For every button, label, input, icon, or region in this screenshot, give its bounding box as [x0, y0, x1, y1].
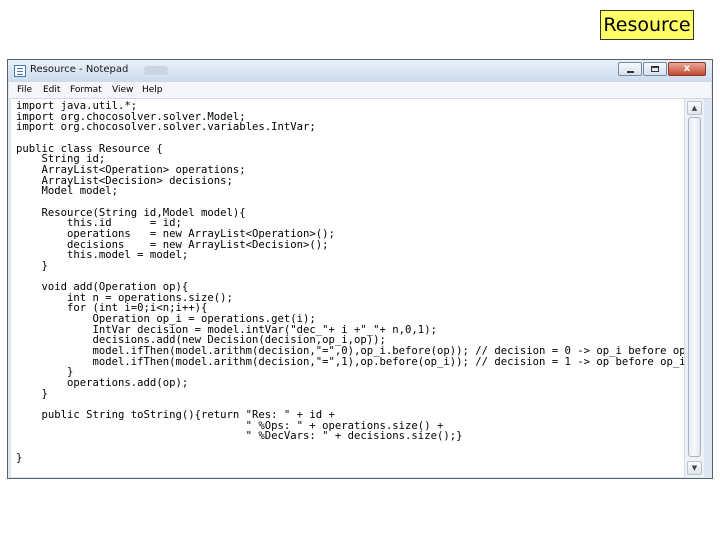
maximize-icon[interactable] — [643, 62, 667, 76]
menu-edit[interactable]: Edit — [43, 85, 60, 95]
title-bar[interactable]: Resource - Notepad x — [8, 60, 712, 82]
text-editor-area[interactable]: import java.util.*; import org.chocosolv… — [11, 99, 684, 477]
editor-text[interactable]: import java.util.*; import org.chocosolv… — [11, 99, 684, 463]
close-icon[interactable]: x — [668, 62, 706, 76]
menu-bar: File Edit Format View Help — [9, 82, 711, 99]
arrow-up-icon[interactable]: ▲ — [687, 101, 702, 115]
menu-help[interactable]: Help — [142, 85, 163, 95]
menu-file[interactable]: File — [17, 85, 32, 95]
slide-title: Resource — [600, 10, 694, 40]
scrollbar-thumb[interactable] — [688, 117, 701, 457]
minimize-icon[interactable] — [618, 62, 642, 76]
notepad-window: Resource - Notepad x File Edit Format Vi… — [7, 59, 713, 479]
menu-format[interactable]: Format — [70, 85, 102, 95]
vertical-scrollbar[interactable]: ▲ ▼ — [684, 99, 704, 477]
menu-view[interactable]: View — [112, 85, 133, 95]
window-controls: x — [617, 62, 706, 76]
arrow-down-icon[interactable]: ▼ — [687, 461, 702, 475]
notepad-icon[interactable] — [14, 65, 26, 77]
title-bar-decoration — [144, 66, 168, 75]
window-title: Resource - Notepad — [30, 64, 129, 75]
